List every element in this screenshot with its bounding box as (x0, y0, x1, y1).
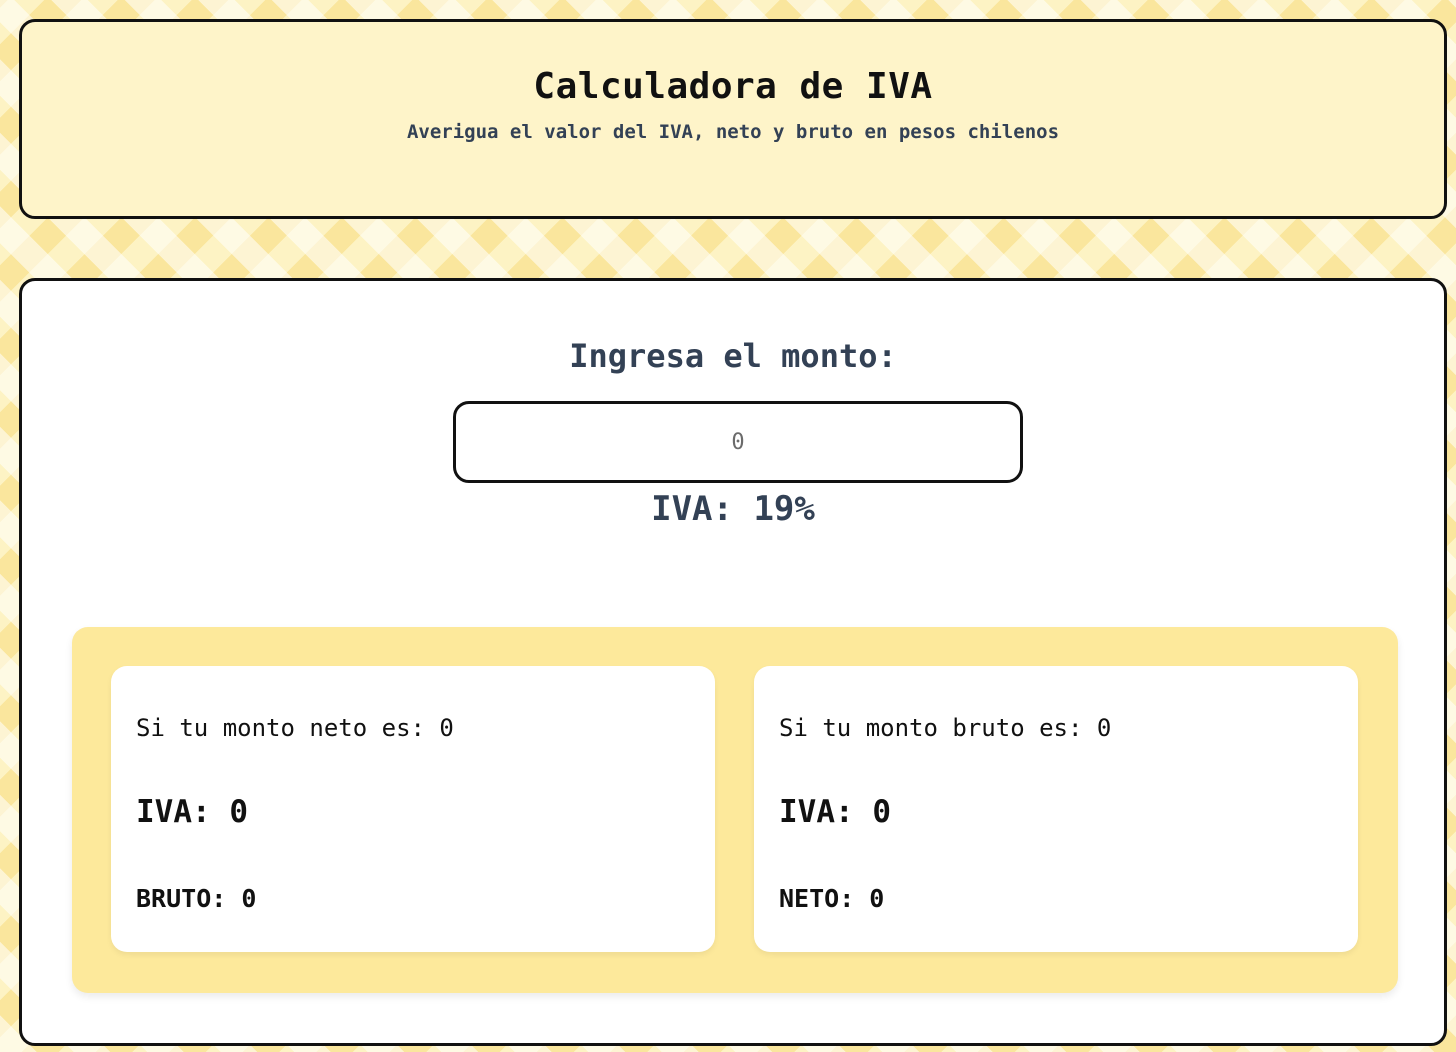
bruto-value: BRUTO: 0 (136, 884, 257, 913)
neto-amount-text: Si tu monto neto es: 0 (136, 714, 454, 742)
amount-label: Ingresa el monto: (569, 337, 897, 375)
bruto-amount-text: Si tu monto bruto es: 0 (779, 714, 1112, 742)
neto-value: NETO: 0 (779, 884, 885, 913)
page-title: Calculadora de IVA (533, 66, 933, 107)
header-card: Calculadora de IVA Averigua el valor del… (19, 19, 1447, 219)
neto-iva-value: IVA: 0 (136, 794, 248, 830)
calculator-card: Ingresa el monto: IVA: 19% Si tu monto n… (19, 278, 1447, 1046)
page-subtitle: Averigua el valor del IVA, neto y bruto … (406, 121, 1060, 143)
results-panel: Si tu monto neto es: 0 IVA: 0 BRUTO: 0 S… (72, 627, 1398, 993)
bruto-result-card: Si tu monto bruto es: 0 IVA: 0 NETO: 0 (754, 666, 1358, 952)
neto-result-card: Si tu monto neto es: 0 IVA: 0 BRUTO: 0 (111, 666, 715, 952)
iva-rate-label: IVA: 19% (651, 489, 815, 529)
bruto-iva-value: IVA: 0 (779, 794, 891, 830)
amount-input[interactable] (453, 401, 1023, 483)
